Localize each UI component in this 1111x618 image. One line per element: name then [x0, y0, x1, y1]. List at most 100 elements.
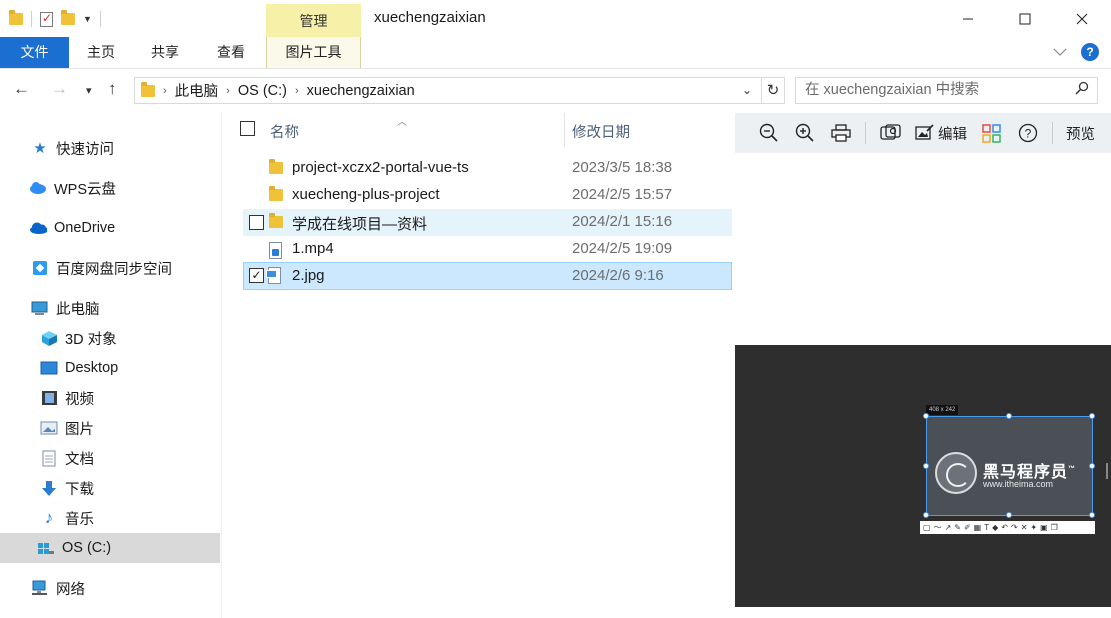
resize-handle: [1089, 413, 1095, 419]
sidebar-item-baidu-netdisk[interactable]: 百度网盘同步空间: [0, 253, 220, 283]
forward-button[interactable]: →: [51, 79, 68, 99]
folder-icon: [269, 186, 283, 205]
sidebar-item-label: 图片: [65, 421, 94, 438]
curve-tool-icon: ～: [933, 523, 942, 532]
resize-handle: [1006, 413, 1012, 419]
breadcrumb-separator-icon: ›: [226, 84, 230, 97]
sidebar-item-label: Desktop: [65, 360, 119, 376]
sidebar-item-wps-cloud[interactable]: WPS云盘: [0, 173, 220, 203]
preview-bottom-strip: [735, 607, 1111, 618]
sidebar-item-os-c[interactable]: OS (C:): [0, 533, 220, 563]
table-row[interactable]: 学成在线项目—资料 2024/2/1 15:16: [243, 209, 732, 236]
itheima-logo-icon: [935, 452, 977, 494]
sidebar-item-label: 文档: [65, 451, 94, 468]
minimize-button[interactable]: [939, 0, 997, 37]
column-divider[interactable]: [564, 113, 565, 147]
preview-scroll-indicator: [1106, 463, 1108, 479]
preview-toolbar: 编辑 ? 预览: [735, 113, 1111, 153]
ribbon-tabs: 文件 主页 共享 查看 图片工具 ?: [0, 37, 1111, 69]
search-input[interactable]: 在 xuechengzaixian 中搜索: [795, 77, 1098, 104]
file-date: 2023/3/5 18:38: [572, 159, 673, 176]
sidebar-item-this-pc[interactable]: 此电脑: [0, 293, 220, 323]
table-row[interactable]: 1.mp4 2024/2/5 19:09: [243, 236, 732, 263]
resize-handle: [1089, 463, 1095, 469]
help-icon[interactable]: ?: [1016, 122, 1039, 145]
column-header-date-modified[interactable]: 修改日期: [572, 121, 630, 142]
preview-blank-area: [735, 153, 1111, 345]
svg-text:?: ?: [1024, 127, 1031, 141]
3d-objects-icon: [40, 329, 58, 347]
row-checkbox-checked[interactable]: ✓: [249, 268, 264, 283]
search-icon[interactable]: [1075, 81, 1089, 95]
tab-home[interactable]: 主页: [77, 37, 125, 68]
sidebar-item-pictures[interactable]: 图片: [0, 413, 220, 443]
resize-handle: [1006, 512, 1012, 518]
select-all-checkbox[interactable]: [240, 121, 255, 136]
sidebar-item-music[interactable]: ♪ 音乐: [0, 503, 220, 533]
recent-locations-chevron-icon[interactable]: ▾: [86, 84, 92, 97]
folder-icon: [269, 213, 283, 232]
sidebar-item-label: OS (C:): [62, 540, 112, 556]
rectangle-tool-icon: ▢: [923, 523, 931, 532]
breadcrumb-separator-icon: ›: [163, 84, 167, 97]
table-row[interactable]: ✓ 2.jpg 2024/2/6 9:16: [243, 262, 732, 290]
title-bar: ▼ 管理 xuechengzaixian: [0, 0, 1111, 37]
file-date: 2024/2/5 15:57: [572, 186, 673, 203]
tab-view[interactable]: 查看: [206, 37, 256, 68]
up-button[interactable]: ↑: [108, 79, 117, 99]
star-icon: ★: [33, 140, 47, 157]
breadcrumb-current-folder[interactable]: xuechengzaixian: [307, 83, 415, 99]
tab-share[interactable]: 共享: [141, 37, 189, 68]
zoom-in-icon[interactable]: [793, 122, 816, 145]
file-name: xuecheng-plus-project: [292, 186, 440, 203]
address-bar[interactable]: › 此电脑 › OS (C:) › xuechengzaixian: [134, 77, 762, 104]
folder-icon: [9, 10, 23, 25]
sidebar-item-videos[interactable]: 视频: [0, 383, 220, 413]
maximize-button[interactable]: [996, 0, 1054, 37]
save-icon: ▣: [1040, 523, 1048, 532]
print-icon[interactable]: [829, 122, 852, 145]
breadcrumb-this-pc[interactable]: 此电脑: [175, 80, 219, 101]
file-name: 学成在线项目—资料: [292, 216, 428, 233]
tab-file[interactable]: 文件: [0, 37, 69, 68]
tab-picture-tools[interactable]: 图片工具: [266, 37, 361, 68]
row-checkbox[interactable]: [249, 215, 264, 230]
new-folder-icon[interactable]: [61, 10, 75, 25]
address-history-dropdown-icon[interactable]: ⌄: [742, 83, 752, 97]
refresh-button[interactable]: ↻: [762, 77, 785, 104]
help-icon[interactable]: ?: [1081, 43, 1099, 61]
preview-button[interactable]: 预览: [1066, 123, 1095, 144]
apps-icon[interactable]: [980, 122, 1003, 145]
pen-tool-icon: ✎: [954, 523, 961, 532]
zoom-out-icon[interactable]: [757, 122, 780, 145]
table-row[interactable]: project-xczx2-portal-vue-ts 2023/3/5 18:…: [243, 155, 732, 182]
sidebar-item-network[interactable]: 网络: [0, 573, 220, 603]
image-file-icon: [266, 267, 283, 290]
manage-context-tab[interactable]: 管理: [266, 4, 361, 37]
column-header-name[interactable]: 名称: [270, 121, 299, 142]
undo-icon: ↶: [1001, 523, 1008, 532]
logo-url: www.itheima.com: [983, 479, 1054, 489]
customize-toolbar-dropdown-icon[interactable]: ▼: [83, 14, 92, 24]
properties-icon[interactable]: [40, 11, 53, 27]
sidebar-item-label: 音乐: [65, 511, 94, 528]
quick-access-toolbar: ▼: [9, 9, 101, 29]
onedrive-icon: [29, 219, 47, 237]
sidebar-item-desktop[interactable]: Desktop: [0, 353, 220, 383]
sidebar-item-3d-objects[interactable]: 3D 对象: [0, 323, 220, 353]
back-button[interactable]: ←: [13, 79, 30, 99]
file-name: 2.jpg: [292, 267, 325, 284]
toolbar-divider: [31, 11, 32, 27]
sidebar-item-onedrive[interactable]: OneDrive: [0, 213, 220, 243]
file-name: 1.mp4: [292, 240, 334, 257]
screenshot-tool-icon[interactable]: [879, 122, 902, 145]
expand-ribbon-chevron-icon[interactable]: [1053, 47, 1067, 57]
table-row[interactable]: xuecheng-plus-project 2024/2/5 15:57: [243, 182, 732, 209]
sidebar-item-downloads[interactable]: 下载: [0, 473, 220, 503]
breadcrumb-os-c[interactable]: OS (C:): [238, 83, 287, 99]
sidebar-item-documents[interactable]: 文档: [0, 443, 220, 473]
close-button[interactable]: [1053, 0, 1111, 37]
edit-button[interactable]: 编辑: [915, 122, 967, 145]
eraser-tool-icon: ◆: [992, 523, 999, 532]
sidebar-item-quick-access[interactable]: ★ 快速访问: [0, 133, 220, 163]
